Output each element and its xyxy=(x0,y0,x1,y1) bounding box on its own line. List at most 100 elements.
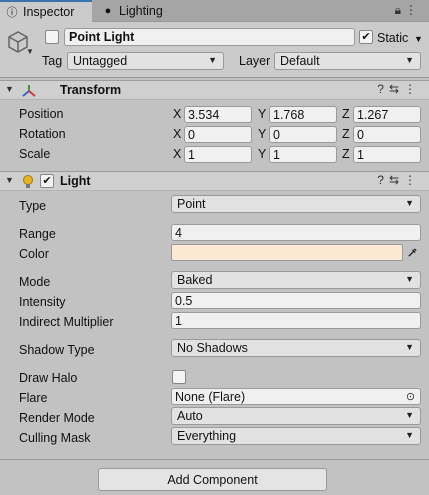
foldout-icon[interactable]: ▼ xyxy=(5,175,14,185)
x-label: X xyxy=(173,127,182,141)
foldout-icon[interactable]: ▼ xyxy=(5,84,14,94)
light-header[interactable]: ▼ ✔ Light ?⇆⋮ xyxy=(0,171,429,191)
color-swatch[interactable] xyxy=(171,244,403,261)
tag-value: Untagged xyxy=(73,54,128,68)
mode-value: Baked xyxy=(177,273,213,287)
divider xyxy=(0,459,429,460)
render-mode-value: Auto xyxy=(177,409,203,423)
transform-axes-icon xyxy=(22,85,36,97)
z-label: Z xyxy=(342,127,350,141)
indirect-multiplier-field[interactable]: 1 xyxy=(171,312,421,329)
type-dropdown[interactable]: Point ▼ xyxy=(171,195,421,213)
rotation-y-field[interactable]: 0 xyxy=(269,126,337,143)
name-field[interactable]: Point Light xyxy=(64,28,355,46)
checkmark-icon: ✔ xyxy=(361,30,371,43)
intensity-label: Intensity xyxy=(19,295,66,309)
add-component-button[interactable]: Add Component xyxy=(98,468,327,491)
shadow-type-label: Shadow Type xyxy=(19,343,95,357)
tag-dropdown[interactable]: Untagged ▼ xyxy=(67,52,224,70)
object-picker-icon[interactable]: ⊙ xyxy=(404,390,417,403)
scale-label: Scale xyxy=(19,147,51,161)
lock-icon[interactable]: 🔒︎ xyxy=(395,3,405,17)
draw-halo-checkbox[interactable] xyxy=(172,370,186,384)
rotation-label: Rotation xyxy=(19,127,66,141)
shadow-type-dropdown[interactable]: No Shadows ▼ xyxy=(171,339,421,357)
gameobject-header: ▼ Point Light ✔ Static ▼ Tag Untagged ▼ … xyxy=(0,22,429,78)
chevron-down-icon: ▼ xyxy=(405,342,414,352)
tab-inspector-label: Inspector xyxy=(23,5,75,19)
tab-inspector[interactable]: ⓘ Inspector xyxy=(0,0,92,22)
help-icon[interactable]: ? xyxy=(377,82,389,96)
type-label: Type xyxy=(19,199,47,213)
range-label: Range xyxy=(19,227,56,241)
position-y-field[interactable]: 1.768 xyxy=(269,106,337,123)
chevron-down-icon: ▼ xyxy=(405,274,414,284)
static-dropdown-icon[interactable]: ▼ xyxy=(414,34,423,44)
tag-label: Tag xyxy=(42,54,63,68)
chevron-down-icon: ▼ xyxy=(405,430,414,440)
position-x-field[interactable]: 3.534 xyxy=(184,106,252,123)
component-tools[interactable]: ?⇆⋮ xyxy=(377,173,421,187)
lightbulb-icon xyxy=(23,175,33,188)
chevron-down-icon: ▼ xyxy=(405,410,414,420)
z-label: Z xyxy=(342,147,350,161)
x-label: X xyxy=(173,147,182,161)
light-enabled-checkbox[interactable]: ✔ xyxy=(40,174,54,188)
tab-lighting-label: Lighting xyxy=(119,4,163,18)
layer-value: Default xyxy=(280,54,320,68)
chevron-down-icon: ▼ xyxy=(405,198,414,208)
layer-dropdown[interactable]: Default ▼ xyxy=(274,52,421,70)
icon-dropdown-icon[interactable]: ▼ xyxy=(26,47,34,56)
y-label: Y xyxy=(258,147,267,161)
culling-mask-value: Everything xyxy=(177,429,237,443)
scale-x-field[interactable]: 1 xyxy=(184,146,252,163)
flare-label: Flare xyxy=(19,391,48,405)
color-label: Color xyxy=(19,247,49,261)
layer-label: Layer xyxy=(239,54,271,68)
position-label: Position xyxy=(19,107,64,121)
culling-mask-label: Culling Mask xyxy=(19,431,91,445)
rotation-x-field[interactable]: 0 xyxy=(184,126,252,143)
y-label: Y xyxy=(258,107,267,121)
transform-header[interactable]: ▼ Transform ?⇆⋮ xyxy=(0,80,429,100)
draw-halo-label: Draw Halo xyxy=(19,371,78,385)
flare-value: None (Flare) xyxy=(175,389,246,404)
chevron-down-icon: ▼ xyxy=(208,55,217,65)
y-label: Y xyxy=(258,127,267,141)
tab-bar: ⓘ Inspector ● Lighting 🔒︎⋮ xyxy=(0,0,429,22)
intensity-field[interactable]: 0.5 xyxy=(171,292,421,309)
transform-title: Transform xyxy=(60,83,122,97)
menu-icon[interactable]: ⋮ xyxy=(405,3,421,17)
rotation-z-field[interactable]: 0 xyxy=(353,126,421,143)
render-mode-dropdown[interactable]: Auto ▼ xyxy=(171,407,421,425)
light-title: Light xyxy=(60,174,91,188)
component-tools[interactable]: ?⇆⋮ xyxy=(377,82,421,96)
chevron-down-icon: ▼ xyxy=(405,55,414,65)
mode-dropdown[interactable]: Baked ▼ xyxy=(171,271,421,289)
window-controls[interactable]: 🔒︎⋮ xyxy=(395,3,421,18)
eyedropper-icon[interactable] xyxy=(404,244,420,261)
preset-icon[interactable]: ⇆ xyxy=(389,173,404,187)
menu-icon[interactable]: ⋮ xyxy=(404,173,421,187)
flare-field[interactable]: None (Flare) ⊙ xyxy=(171,388,421,405)
mode-label: Mode xyxy=(19,275,51,289)
help-icon[interactable]: ? xyxy=(377,173,389,187)
position-z-field[interactable]: 1.267 xyxy=(353,106,421,123)
culling-mask-dropdown[interactable]: Everything ▼ xyxy=(171,427,421,445)
active-checkbox[interactable] xyxy=(45,30,59,44)
checkmark-icon: ✔ xyxy=(42,174,52,187)
shadow-type-value: No Shadows xyxy=(177,341,248,355)
static-checkbox[interactable]: ✔ xyxy=(359,30,373,44)
z-label: Z xyxy=(342,107,350,121)
scale-y-field[interactable]: 1 xyxy=(269,146,337,163)
indirect-multiplier-label: Indirect Multiplier xyxy=(19,315,114,329)
bulb-icon: ● xyxy=(104,5,112,17)
render-mode-label: Render Mode xyxy=(19,411,95,425)
menu-icon[interactable]: ⋮ xyxy=(404,82,421,96)
preset-icon[interactable]: ⇆ xyxy=(389,82,404,96)
static-label: Static xyxy=(377,31,409,45)
tab-lighting[interactable]: ● Lighting xyxy=(96,0,206,22)
scale-z-field[interactable]: 1 xyxy=(353,146,421,163)
range-field[interactable]: 4 xyxy=(171,224,421,241)
x-label: X xyxy=(173,107,182,121)
